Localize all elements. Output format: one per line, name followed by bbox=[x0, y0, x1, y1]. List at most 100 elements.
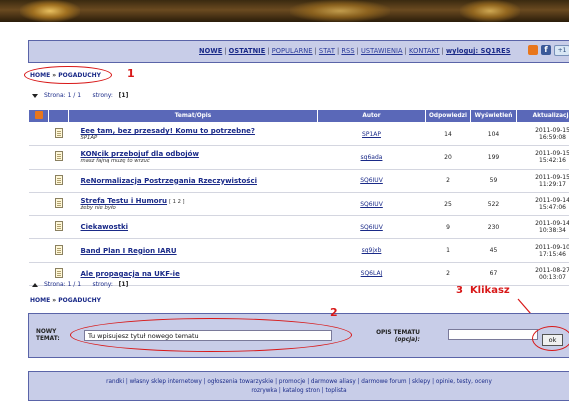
update-date: 2011-09-10 bbox=[535, 243, 569, 251]
author-link[interactable]: SQ6IUV bbox=[360, 177, 383, 184]
replies-count: 2 bbox=[425, 262, 471, 287]
annotation-number-2: 2 bbox=[330, 306, 338, 319]
footer-links-line-2[interactable]: rozrywka | katalog stron | toplista bbox=[251, 388, 346, 394]
topic-link[interactable]: Ale propagacja na UKF-ie bbox=[81, 270, 180, 278]
topic-description-input[interactable] bbox=[448, 329, 538, 340]
replies-count: 2 bbox=[425, 169, 471, 193]
pager-current-page[interactable]: [1] bbox=[119, 281, 129, 288]
replies-count: 1 bbox=[425, 238, 471, 263]
update-date: 2011-09-15 bbox=[535, 150, 569, 158]
topic-link[interactable]: Ciekawostki bbox=[81, 223, 129, 231]
rss-icon[interactable] bbox=[34, 111, 43, 119]
topic-cell: Band Plan I Region IARU bbox=[68, 238, 318, 263]
author-link[interactable]: sq9jxb bbox=[362, 247, 382, 254]
nav-link-rss[interactable]: RSS bbox=[341, 47, 354, 55]
replies-count: 20 bbox=[425, 145, 471, 170]
breadcrumb-bottom: HOME » POGADUCHY bbox=[30, 297, 101, 304]
banner-divider bbox=[0, 22, 569, 26]
pager-label: Strona: 1 / 1 bbox=[44, 92, 82, 99]
topic-cell: Strefa Testu i Humoru [ 1 2 ] żeby nie by… bbox=[68, 192, 318, 217]
replies-count: 14 bbox=[425, 122, 471, 147]
author-link[interactable]: SQ6IUV bbox=[360, 224, 383, 231]
views-count: 67 bbox=[470, 262, 517, 287]
breadcrumb-home[interactable]: HOME bbox=[30, 297, 50, 304]
author-link[interactable]: sq6ada bbox=[361, 154, 383, 161]
icon-column-header bbox=[48, 109, 69, 123]
views-count: 104 bbox=[470, 122, 517, 147]
rss-icon[interactable] bbox=[528, 45, 538, 55]
nav-link-ustawienia[interactable]: USTAWIENIA bbox=[361, 47, 403, 55]
views-count: 59 bbox=[470, 169, 517, 193]
update-time: 10:38:34 bbox=[539, 227, 566, 235]
collapse-arrow-icon[interactable] bbox=[32, 93, 38, 98]
replies-count: 9 bbox=[425, 215, 471, 240]
author-link[interactable]: SP1AP bbox=[362, 131, 381, 138]
author-link[interactable]: SQ6LAJ bbox=[361, 270, 383, 277]
nav-link-stat[interactable]: STAT bbox=[319, 47, 335, 55]
table-header-row: Temat/Opis Autor Odpowiedzi Wyświetleń A… bbox=[28, 109, 569, 123]
topic-subtitle: żeby nie było bbox=[80, 205, 116, 212]
annotation-number-3: 3 Klikasz bbox=[456, 285, 510, 296]
topic-cell: KONcik przebojuf dla odbojów masz fajną m… bbox=[68, 145, 318, 170]
pager-current-page[interactable]: [1] bbox=[119, 92, 129, 99]
topic-link[interactable]: Strefa Testu i Humoru bbox=[81, 197, 168, 205]
footer-links: randki | własny sklep internetowy | ogło… bbox=[29, 372, 569, 396]
annotation-oval-3 bbox=[532, 326, 569, 351]
topic-document-icon bbox=[54, 198, 63, 209]
update-date: 2011-09-14 bbox=[535, 220, 569, 228]
pager-bottom: Strona: 1 / 1 strony: [1] bbox=[32, 281, 128, 288]
footer-links-panel: randki | własny sklep internetowy | ogło… bbox=[28, 371, 569, 401]
share-plus-icon[interactable]: +1 bbox=[554, 45, 569, 56]
topic-link[interactable]: ReNormalizacja Postrzegania Rzeczywistoś… bbox=[81, 177, 258, 185]
views-count: 199 bbox=[470, 145, 517, 170]
topic-document-icon bbox=[54, 128, 63, 139]
header-banner-image bbox=[0, 0, 569, 22]
pager-pages-label: strony: bbox=[92, 92, 113, 99]
table-row: Ciekawostki SQ6IUV 9 230 2011-09-14 10:38… bbox=[28, 215, 569, 240]
topic-document-icon bbox=[54, 244, 63, 255]
column-header-views[interactable]: Wyświetleń bbox=[470, 109, 517, 123]
views-count: 522 bbox=[470, 192, 517, 217]
footer-links-line-1[interactable]: randki | własny sklep internetowy | ogło… bbox=[106, 379, 492, 385]
topics-table: Temat/Opis Autor Odpowiedzi Wyświetleń A… bbox=[28, 109, 569, 287]
update-date: 2011-09-14 bbox=[535, 197, 569, 205]
column-header-replies[interactable]: Odpowiedzi bbox=[425, 109, 471, 123]
nav-link-popularne[interactable]: POPULARNE bbox=[272, 47, 313, 55]
breadcrumb-current[interactable]: POGADUCHY bbox=[58, 297, 101, 304]
topic-subtitle: SP1AP bbox=[80, 135, 98, 142]
banner-light bbox=[290, 0, 390, 22]
expand-arrow-icon[interactable] bbox=[32, 282, 38, 287]
replies-count: 25 bbox=[425, 192, 471, 217]
pager-label: Strona: 1 / 1 bbox=[44, 281, 82, 288]
new-topic-label: NOWY TEMAT: bbox=[36, 329, 60, 342]
breadcrumb-separator: » bbox=[52, 297, 57, 304]
pager-top: Strona: 1 / 1 strony: [1] bbox=[32, 92, 128, 99]
banner-light bbox=[460, 0, 520, 22]
topic-document-icon bbox=[54, 221, 63, 232]
topic-cell: Eee tam, bez przesady! Komu to potrzebne… bbox=[68, 122, 318, 147]
table-row: Strefa Testu i Humoru [ 1 2 ] żeby nie by… bbox=[28, 192, 569, 217]
logout-link[interactable]: wyloguj: SQ1RES bbox=[446, 47, 511, 55]
column-header-topic[interactable]: Temat/Opis bbox=[68, 109, 318, 123]
author-link[interactable]: SQ6IUV bbox=[360, 201, 383, 208]
update-date: 2011-09-15 bbox=[535, 127, 569, 135]
nav-link-kontakt[interactable]: KONTAKT bbox=[409, 47, 440, 55]
nav-link-ostatnie[interactable]: OSTATNIE bbox=[229, 47, 266, 55]
topic-subtitle: masz fajną muzę to wrzuć bbox=[80, 158, 150, 165]
views-count: 45 bbox=[470, 238, 517, 263]
update-date: 2011-08-27 bbox=[535, 266, 569, 274]
update-time: 00:13:07 bbox=[539, 273, 566, 281]
facebook-icon[interactable]: f bbox=[541, 45, 551, 55]
topic-link[interactable]: Eee tam, bez przesady! Komu to potrzebne… bbox=[81, 127, 255, 135]
nav-link-nowe[interactable]: NOWE bbox=[199, 47, 222, 55]
table-row: ReNormalizacja Postrzegania Rzeczywistoś… bbox=[28, 169, 569, 193]
pager-pages-label: strony: bbox=[92, 281, 113, 288]
column-header-author[interactable]: Autor bbox=[317, 109, 426, 123]
topic-link[interactable]: Band Plan I Region IARU bbox=[81, 247, 177, 255]
topic-document-icon bbox=[54, 267, 63, 278]
column-header-updated[interactable]: Aktualizacja bbox=[516, 109, 569, 123]
topic-description-label: OPIS TEMATU (opcja): bbox=[376, 330, 420, 343]
annotation-oval-1 bbox=[24, 66, 112, 84]
annotation-oval-2 bbox=[70, 318, 352, 352]
topic-pages[interactable]: [ 1 2 ] bbox=[169, 199, 185, 205]
